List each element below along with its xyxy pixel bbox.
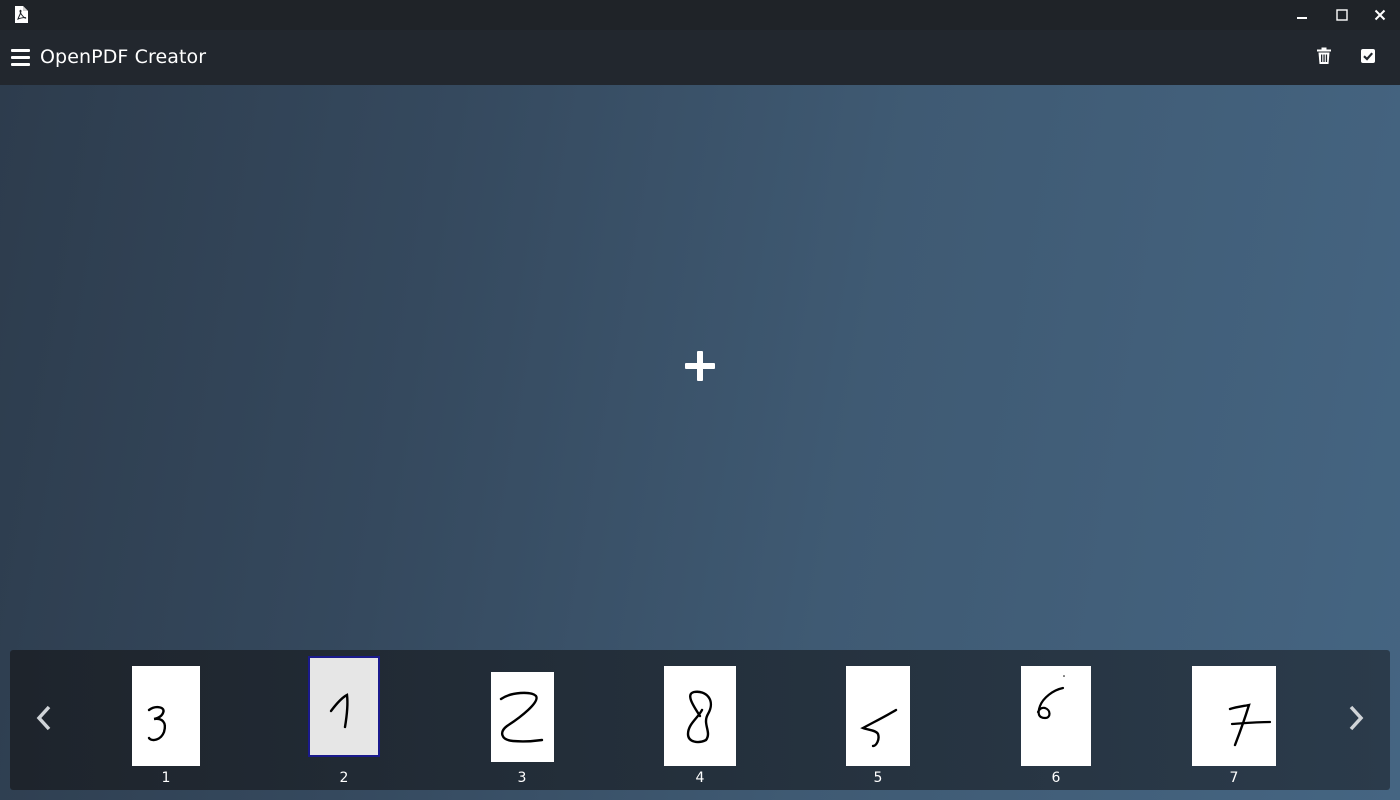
chevron-right-icon xyxy=(1348,705,1364,735)
maximize-icon xyxy=(1336,9,1348,21)
close-icon xyxy=(1374,9,1386,21)
pdf-file-icon xyxy=(14,6,28,23)
page-number: 2 xyxy=(339,770,349,786)
page-preview xyxy=(132,666,200,766)
page-number: 1 xyxy=(161,770,171,786)
page-preview xyxy=(491,672,554,762)
plus-icon xyxy=(684,350,716,386)
trash-icon xyxy=(1316,47,1332,69)
hamburger-menu-icon[interactable] xyxy=(10,47,32,69)
app-toolbar: OpenPDF Creator xyxy=(0,30,1400,85)
page-number: 4 xyxy=(695,770,705,786)
delete-button[interactable] xyxy=(1312,46,1336,70)
minimize-button[interactable] xyxy=(1282,0,1322,30)
app-title: OpenPDF Creator xyxy=(40,46,207,68)
minimize-icon xyxy=(1296,9,1308,21)
select-all-button[interactable] xyxy=(1356,46,1380,70)
page-number: 6 xyxy=(1051,770,1061,786)
add-page-button[interactable] xyxy=(682,350,718,386)
page-preview xyxy=(308,656,380,757)
page-number: 5 xyxy=(873,770,883,786)
page-thumbnail-strip: 1 2 3 4 5 6 7 xyxy=(10,650,1390,790)
page-preview xyxy=(846,666,910,766)
page-preview xyxy=(1021,666,1091,766)
checkbox-checked-icon xyxy=(1360,48,1376,68)
page-number: 7 xyxy=(1229,770,1239,786)
next-button[interactable] xyxy=(1341,705,1371,735)
page-preview xyxy=(1192,666,1276,766)
page-number: 3 xyxy=(517,770,527,786)
previous-button[interactable] xyxy=(29,705,59,735)
maximize-button[interactable] xyxy=(1322,0,1362,30)
close-button[interactable] xyxy=(1360,0,1400,30)
chevron-left-icon xyxy=(36,705,52,735)
page-preview xyxy=(664,666,736,766)
window-titlebar xyxy=(0,0,1400,30)
